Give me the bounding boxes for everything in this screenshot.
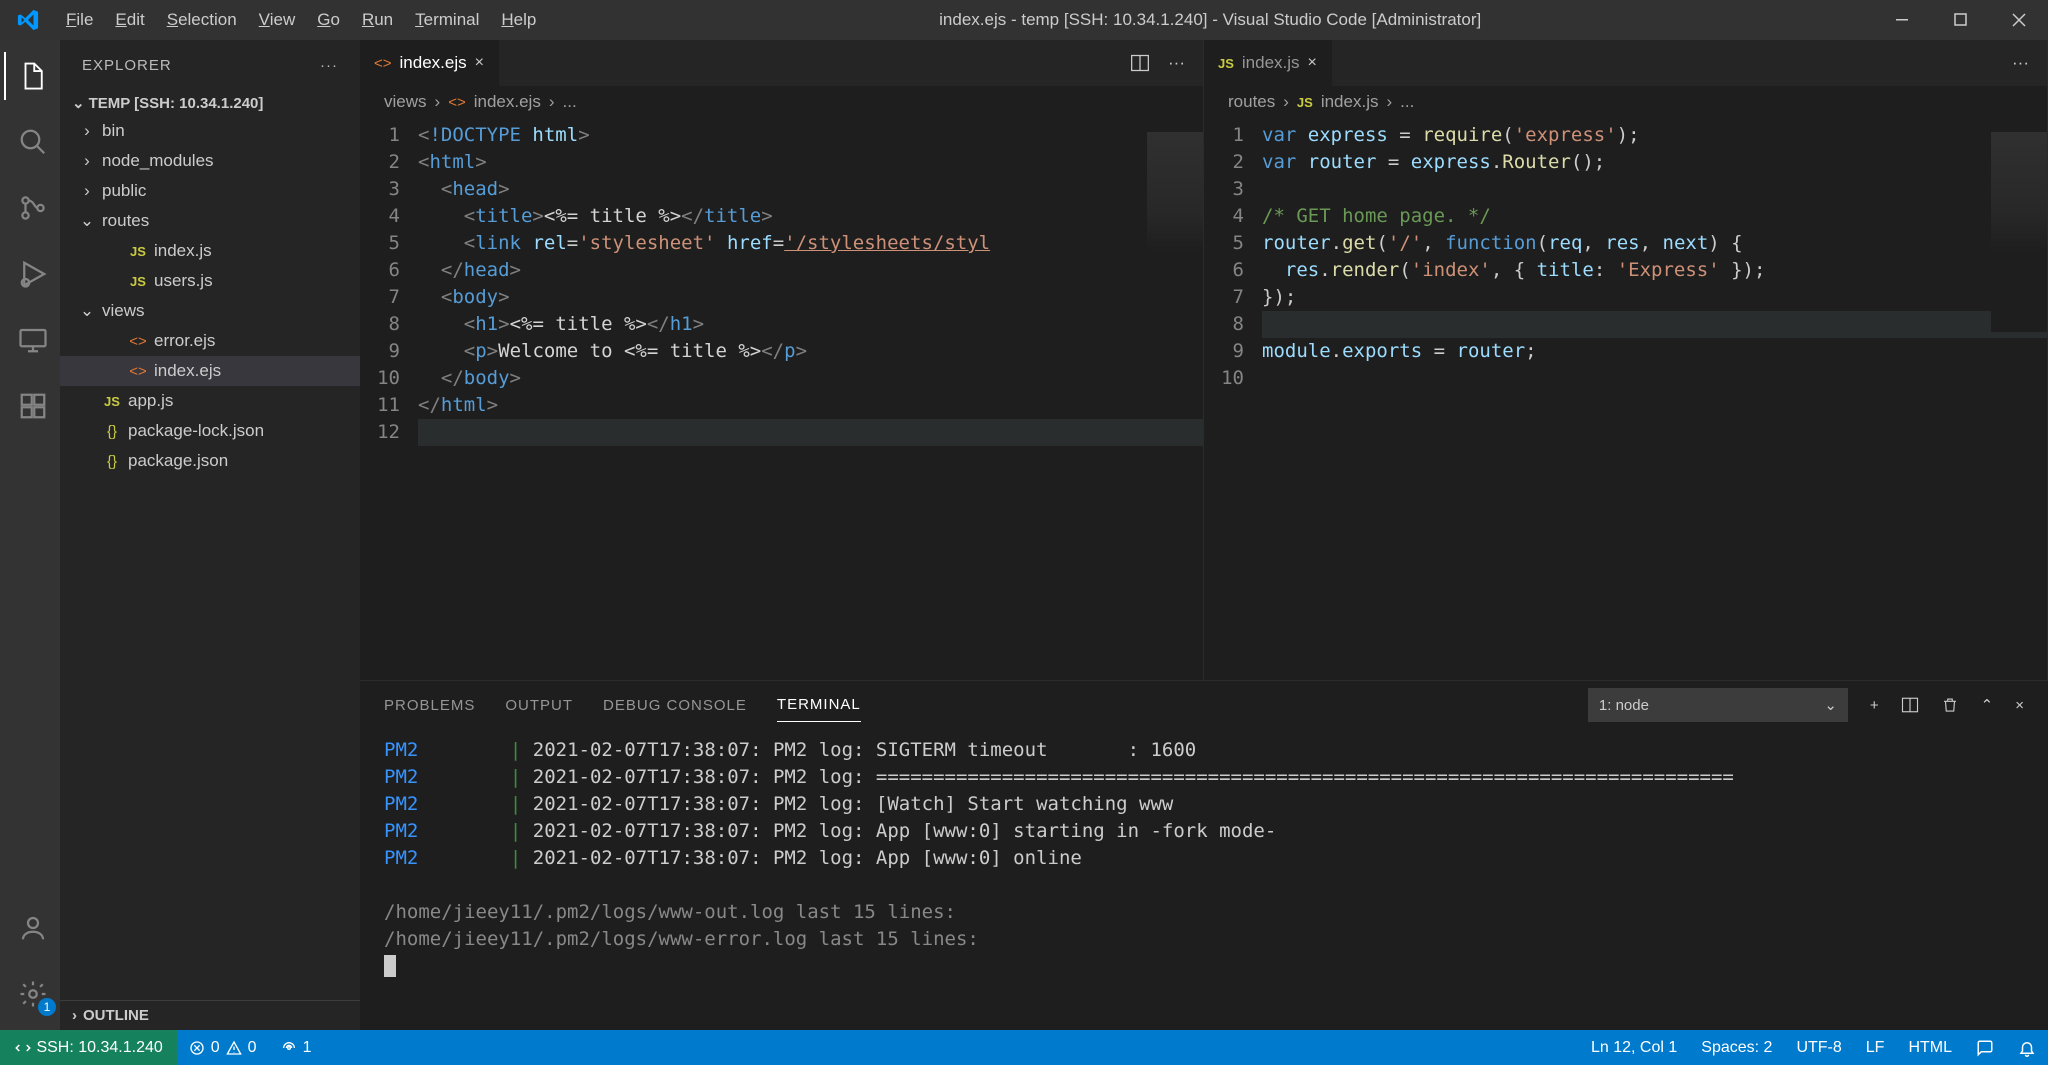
editor-group-right: JS index.js × ··· routes› JSindex.js› ..… (1204, 40, 2048, 680)
line-gutter: 12345678910 (1204, 118, 1262, 680)
settings-icon[interactable]: 1 (4, 970, 60, 1018)
more-icon[interactable]: ··· (1168, 53, 1185, 73)
menu-edit[interactable]: Edit (105, 6, 154, 34)
tree-item-public[interactable]: ›public (60, 176, 360, 206)
close-button[interactable] (1990, 0, 2048, 40)
explorer-sidebar: EXPLORER ··· ⌄ TEMP [SSH: 10.34.1.240] ›… (60, 40, 360, 1030)
title-bar: File Edit Selection View Go Run Terminal… (0, 0, 2048, 40)
ejs-icon: <> (448, 94, 466, 111)
eol-status[interactable]: LF (1854, 1039, 1897, 1057)
extensions-icon[interactable] (4, 382, 60, 430)
source-control-icon[interactable] (4, 184, 60, 232)
panel: PROBLEMS OUTPUT DEBUG CONSOLE TERMINAL 1… (360, 680, 2048, 1030)
workspace-root[interactable]: ⌄ TEMP [SSH: 10.34.1.240] (60, 90, 360, 116)
panel-tab-terminal[interactable]: TERMINAL (777, 688, 861, 722)
menu-selection[interactable]: Selection (157, 6, 247, 34)
sidebar-title: EXPLORER ··· (60, 40, 360, 90)
menu-file[interactable]: File (56, 6, 103, 34)
vscode-icon (0, 9, 56, 31)
maximize-button[interactable] (1932, 0, 1990, 40)
problems-status[interactable]: 0 0 (177, 1030, 269, 1065)
code-content[interactable]: var express = require('express'); var ro… (1262, 118, 2047, 680)
accounts-icon[interactable] (4, 904, 60, 952)
close-icon[interactable]: × (475, 54, 484, 72)
language-status[interactable]: HTML (1896, 1039, 1964, 1057)
menu-run[interactable]: Run (352, 6, 403, 34)
split-terminal-icon[interactable] (1901, 696, 1919, 714)
remote-explorer-icon[interactable] (4, 316, 60, 364)
close-icon[interactable]: × (1308, 54, 1317, 72)
close-panel-icon[interactable]: × (2015, 697, 2024, 714)
tree-item-routes[interactable]: ⌄routes (60, 206, 360, 236)
breadcrumb[interactable]: views› <>index.ejs› ... (360, 86, 1203, 118)
new-terminal-icon[interactable]: + (1870, 697, 1879, 714)
menu-help[interactable]: Help (491, 6, 546, 34)
js-icon: JS (1218, 56, 1234, 71)
menu-view[interactable]: View (249, 6, 306, 34)
chevron-down-icon: ⌄ (1824, 696, 1837, 714)
status-bar: SSH: 10.34.1.240 0 0 1 Ln 12, Col 1 Spac… (0, 1030, 2048, 1065)
panel-tab-problems[interactable]: PROBLEMS (384, 689, 475, 722)
activity-bar: 1 (0, 40, 60, 1030)
editor-group-left: <> index.ejs × ··· views› <>index.ejs› .… (360, 40, 1204, 680)
kill-terminal-icon[interactable] (1941, 696, 1959, 714)
tree-item-views[interactable]: ⌄views (60, 296, 360, 326)
line-gutter: 123456789101112 (360, 118, 418, 680)
minimap[interactable] (1147, 132, 1203, 332)
cursor-position[interactable]: Ln 12, Col 1 (1579, 1039, 1689, 1057)
tab-index-js[interactable]: JS index.js × (1204, 40, 1332, 86)
maximize-panel-icon[interactable]: ⌃ (1981, 696, 1994, 714)
feedback-icon[interactable] (1964, 1039, 2006, 1057)
more-icon[interactable]: ··· (2012, 53, 2029, 73)
panel-tab-debug-console[interactable]: DEBUG CONSOLE (603, 689, 747, 722)
tree-item-index-js[interactable]: JSindex.js (60, 236, 360, 266)
tree-item-app-js[interactable]: JSapp.js (60, 386, 360, 416)
search-icon[interactable] (4, 118, 60, 166)
breadcrumb[interactable]: routes› JSindex.js› ... (1204, 86, 2047, 118)
file-tree: ›bin›node_modules›public⌄routesJSindex.j… (60, 116, 360, 476)
terminal-select[interactable]: 1: node⌄ (1588, 688, 1848, 722)
tab-index-ejs[interactable]: <> index.ejs × (360, 40, 499, 86)
tree-item-bin[interactable]: ›bin (60, 116, 360, 146)
minimap[interactable] (1991, 132, 2047, 332)
tree-item-node_modules[interactable]: ›node_modules (60, 146, 360, 176)
tree-item-users-js[interactable]: JSusers.js (60, 266, 360, 296)
remote-indicator[interactable]: SSH: 10.34.1.240 (0, 1030, 177, 1065)
panel-tab-output[interactable]: OUTPUT (505, 689, 573, 722)
tree-item-error-ejs[interactable]: <>error.ejs (60, 326, 360, 356)
chevron-down-icon: ⌄ (72, 94, 85, 112)
ejs-icon: <> (374, 55, 392, 72)
encoding-status[interactable]: UTF-8 (1784, 1039, 1853, 1057)
outline-section[interactable]: › OUTLINE (60, 1000, 360, 1030)
explorer-icon[interactable] (4, 52, 60, 100)
ports-status[interactable]: 1 (269, 1030, 324, 1065)
tree-item-package-lock-json[interactable]: {}package-lock.json (60, 416, 360, 446)
indentation-status[interactable]: Spaces: 2 (1689, 1039, 1784, 1057)
tree-item-package-json[interactable]: {}package.json (60, 446, 360, 476)
minimize-button[interactable] (1874, 0, 1932, 40)
notifications-icon[interactable] (2006, 1039, 2048, 1057)
split-editor-icon[interactable] (1130, 53, 1150, 73)
code-content[interactable]: <!DOCTYPE html> <html> <head> <title><%=… (418, 118, 1203, 680)
window-title: index.ejs - temp [SSH: 10.34.1.240] - Vi… (546, 10, 1874, 30)
tree-item-index-ejs[interactable]: <>index.ejs (60, 356, 360, 386)
run-debug-icon[interactable] (4, 250, 60, 298)
menu-terminal[interactable]: Terminal (405, 6, 489, 34)
menu-go[interactable]: Go (307, 6, 350, 34)
js-icon: JS (1297, 95, 1313, 110)
menu-bar: File Edit Selection View Go Run Terminal… (56, 6, 546, 34)
chevron-right-icon: › (72, 1007, 77, 1024)
terminal-output[interactable]: PM2 | 2021-02-07T17:38:07: PM2 log: SIGT… (360, 729, 2048, 1030)
more-icon[interactable]: ··· (320, 57, 338, 74)
